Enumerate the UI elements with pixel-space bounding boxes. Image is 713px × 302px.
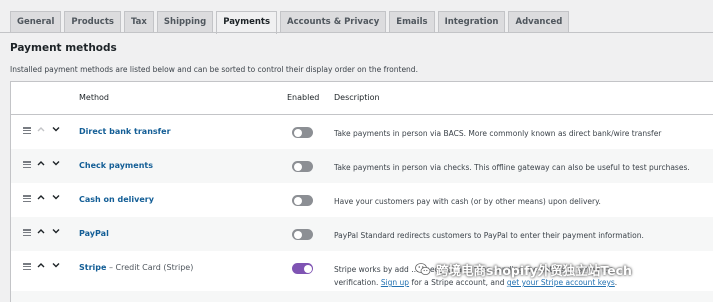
sign-up-link[interactable]: Sign up [381, 278, 409, 287]
payment-method-description: Take payments in person via BACS. More c… [334, 129, 662, 138]
payment-method-name[interactable]: Check payments [79, 161, 153, 170]
tab-emails[interactable]: Emails [389, 11, 435, 32]
chevron-up-icon[interactable] [36, 158, 46, 168]
tab-payments[interactable]: Payments [216, 11, 278, 34]
drag-handle-icon[interactable] [23, 161, 31, 169]
payment-method-description: PayPal Standard redirects customers to P… [334, 231, 644, 240]
table-row: Cash on delivery Have your customers pay… [11, 183, 713, 217]
watermark-text: 跨境电商shopify外贸独立站Tech [436, 262, 632, 278]
description-text: Stripe works by add [334, 265, 409, 274]
chevron-up-icon [36, 124, 46, 134]
page-description: Installed payment methods are listed bel… [10, 65, 418, 74]
chevron-down-icon[interactable] [51, 124, 61, 134]
column-header-method: Method [79, 93, 110, 102]
payment-method-name[interactable]: Cash on delivery [79, 195, 154, 204]
payment-method-name[interactable]: PayPal [79, 229, 109, 238]
page-title: Payment methods [10, 42, 117, 54]
column-header-enabled: Enabled [287, 93, 320, 102]
chevron-down-icon[interactable] [51, 226, 61, 236]
table-row: PayPal PayPal Standard redirects custome… [11, 217, 713, 251]
chevron-up-icon[interactable] [36, 226, 46, 236]
chevron-up-icon[interactable] [36, 260, 46, 270]
tab-tax[interactable]: Tax [123, 11, 154, 32]
enabled-toggle[interactable] [292, 195, 313, 206]
settings-tabs: General Products Tax Shipping Payments A… [10, 11, 570, 34]
payment-method-subtitle: – Credit Card (Stripe) [106, 263, 194, 272]
column-header-description: Description [334, 93, 380, 102]
payment-method-description: Have your customers pay with cash (or by… [334, 197, 601, 206]
drag-handle-icon[interactable] [23, 195, 31, 203]
drag-handle-icon[interactable] [23, 127, 31, 135]
chevron-up-icon[interactable] [36, 192, 46, 202]
enabled-toggle[interactable] [292, 263, 313, 274]
chevron-down-icon[interactable] [51, 260, 61, 270]
tab-shipping[interactable]: Shipping [156, 11, 214, 32]
chevron-down-icon[interactable] [51, 192, 61, 202]
tab-general[interactable]: General [10, 11, 62, 32]
drag-handle-icon[interactable] [23, 263, 31, 271]
payment-method-name[interactable]: Direct bank transfer [79, 127, 171, 136]
tab-products[interactable]: Products [64, 11, 121, 32]
table-row: Direct bank transfer Take payments in pe… [11, 115, 713, 149]
drag-handle-icon[interactable] [23, 229, 31, 237]
description-text: verification. [334, 278, 381, 287]
table-row [11, 291, 713, 302]
tab-integration[interactable]: Integration [437, 11, 506, 32]
tab-advanced[interactable]: Advanced [508, 11, 570, 32]
table-row: Check payments Take payments in person v… [11, 149, 713, 183]
payment-method-description: Take payments in person via checks. This… [334, 163, 690, 172]
tab-accounts-privacy[interactable]: Accounts & Privacy [280, 11, 387, 32]
table-header: Method Enabled Description [11, 82, 713, 115]
watermark: 跨境电商shopify外贸独立站Tech [415, 258, 632, 280]
chevron-down-icon[interactable] [51, 158, 61, 168]
payment-method-name[interactable]: Stripe – Credit Card (Stripe) [79, 263, 193, 272]
payment-method-title: Stripe [79, 263, 107, 272]
enabled-toggle[interactable] [292, 161, 313, 172]
tabs-divider [0, 32, 713, 33]
enabled-toggle[interactable] [292, 127, 313, 138]
wechat-icon [415, 263, 431, 275]
enabled-toggle[interactable] [292, 229, 313, 240]
